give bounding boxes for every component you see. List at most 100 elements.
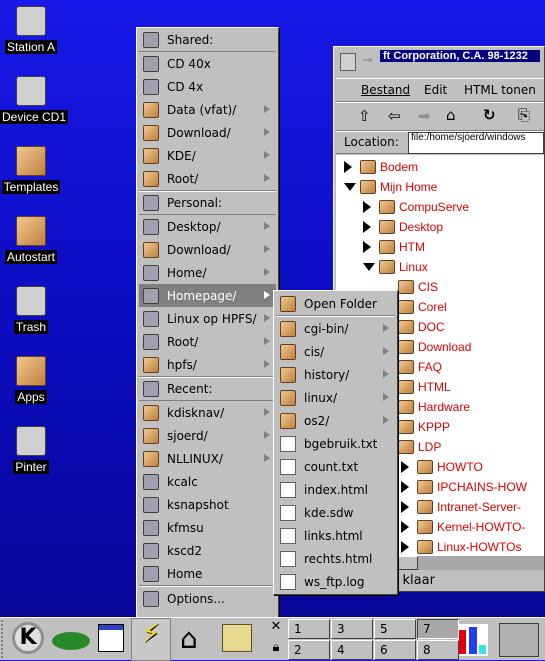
desktop-icon-autostart[interactable]: Autostart xyxy=(0,216,62,264)
file-icon xyxy=(280,573,296,590)
menu-bestand[interactable]: Bestand xyxy=(361,83,410,97)
lock-icon[interactable]: 🔒︎ xyxy=(266,640,286,660)
menu-item-desktop[interactable]: Desktop/ xyxy=(139,215,276,238)
collapsed-arrow-icon[interactable] xyxy=(363,201,371,213)
copy-icon[interactable]: ⎘ xyxy=(518,106,530,124)
menu-item-hpfs[interactable]: hpfs/ xyxy=(139,353,276,376)
desktop-icon-apps[interactable]: Apps xyxy=(0,356,62,404)
menu-item-home[interactable]: Home/ xyxy=(139,261,276,284)
desktop-icon-station-a[interactable]: Station A xyxy=(0,6,62,54)
collapsed-arrow-icon[interactable] xyxy=(363,221,371,233)
menu-item-label: Options... xyxy=(167,591,225,606)
reload-icon[interactable]: ↻ xyxy=(483,106,496,124)
submenu-item-count-txt[interactable]: count.txt xyxy=(276,455,395,478)
lightning-folder-icon[interactable]: ⚡ xyxy=(131,618,171,661)
submenu-arrow-icon xyxy=(264,337,270,345)
menu-item-cd-40x[interactable]: CD 40x xyxy=(139,52,276,75)
submenu-arrow-icon xyxy=(264,174,270,182)
cpu-load-monitor xyxy=(457,624,488,656)
submenu-item-index-html[interactable]: index.html xyxy=(276,478,395,501)
expanded-arrow-icon[interactable] xyxy=(363,263,375,271)
submenu-item-ws-ftp-log[interactable]: ws_ftp.log xyxy=(276,570,395,593)
menu-item-root[interactable]: Root/ xyxy=(139,330,276,353)
menu-edit[interactable]: Edit xyxy=(424,83,447,97)
collapsed-arrow-icon[interactable] xyxy=(401,461,409,473)
menu-item-kscd2[interactable]: kscd2 xyxy=(139,539,276,562)
desktop-icon-device-cd1[interactable]: Device CD1 xyxy=(0,76,69,124)
toolbar: ⇧ ⇦ ➡ ⌂ ↻ ⎘ xyxy=(336,102,544,131)
menu-item-kcalc[interactable]: kcalc xyxy=(139,470,276,493)
collapsed-arrow-icon[interactable] xyxy=(363,241,371,253)
virtual-desktop-1[interactable]: 1 xyxy=(288,619,330,639)
windows-list-icon[interactable] xyxy=(98,624,124,652)
virtual-desktop-5[interactable]: 5 xyxy=(374,619,416,639)
virtual-desktop-2[interactable]: 2 xyxy=(288,640,330,660)
collapsed-arrow-icon[interactable] xyxy=(401,521,409,533)
submenu-item-linux[interactable]: linux/ xyxy=(276,386,395,409)
menu-item-nllinux[interactable]: NLLINUX/ xyxy=(139,447,276,470)
desktop-icon-pinter[interactable]: Pinter xyxy=(0,426,62,474)
virtual-desktop-7[interactable]: 7 xyxy=(417,619,459,639)
virtual-desktop-6[interactable]: 6 xyxy=(374,640,416,660)
home-folder-icon[interactable]: ⌂ xyxy=(180,622,210,655)
menu-item-options[interactable]: Options... xyxy=(139,587,276,610)
submenu-arrow-icon xyxy=(383,416,389,424)
menu-item-homepage[interactable]: Homepage/ xyxy=(139,284,276,307)
menu-item-root[interactable]: Root/ xyxy=(139,167,276,190)
menu-item-personal: Personal: xyxy=(139,192,276,215)
folder-icon xyxy=(143,101,159,118)
options-icon xyxy=(143,590,159,607)
taskbar-handle[interactable] xyxy=(1,620,6,658)
menu-item-sjoerd[interactable]: sjoerd/ xyxy=(139,424,276,447)
folder-icon xyxy=(417,480,433,494)
virtual-desktop-4[interactable]: 4 xyxy=(331,640,373,660)
collapsed-arrow-icon[interactable] xyxy=(401,501,409,513)
chameleon-icon[interactable] xyxy=(52,632,90,650)
submenu-item-open-folder[interactable]: Open Folder xyxy=(276,292,395,315)
menu-item-cd-4x[interactable]: CD 4x xyxy=(139,75,276,98)
back-icon[interactable]: ⇦ xyxy=(388,107,401,125)
menu-item-kfmsu[interactable]: kfmsu xyxy=(139,516,276,539)
tree-item-label: Corel xyxy=(418,300,447,314)
submenu-item-kde-sdw[interactable]: kde.sdw xyxy=(276,501,395,524)
submenu-item-os2[interactable]: os2/ xyxy=(276,409,395,432)
menu-item-ksnapshot[interactable]: ksnapshot xyxy=(139,493,276,516)
virtual-desktop-3[interactable]: 3 xyxy=(331,619,373,639)
up-icon[interactable]: ⇧ xyxy=(358,107,371,125)
close-x-icon[interactable]: ✕ xyxy=(266,619,286,639)
forward-icon[interactable]: ➡ xyxy=(418,107,431,125)
menu-html-tonen[interactable]: HTML tonen xyxy=(464,83,536,97)
submenu-arrow-icon xyxy=(264,245,270,253)
home-icon xyxy=(360,180,376,194)
submenu-item-links-html[interactable]: links.html xyxy=(276,524,395,547)
submenu-item-cgi-bin[interactable]: cgi-bin/ xyxy=(276,317,395,340)
menu-item-linux-op-hpfs[interactable]: Linux op HPFS/ xyxy=(139,307,276,330)
window-app-icon[interactable] xyxy=(340,53,356,71)
submenu-item-bgebruik-txt[interactable]: bgebruik.txt xyxy=(276,432,395,455)
virtual-desktop-8[interactable]: 8 xyxy=(417,640,459,660)
submenu-arrow-icon xyxy=(264,431,270,439)
menu-item-kdisknav[interactable]: kdisknav/ xyxy=(139,401,276,424)
menu-item-home[interactable]: Home xyxy=(139,562,276,585)
desktop-icon-trash[interactable]: Trash xyxy=(0,286,62,334)
expanded-arrow-icon[interactable] xyxy=(344,183,356,191)
kde-k-icon[interactable]: K xyxy=(12,622,44,654)
pin-icon[interactable]: ⊸ xyxy=(362,53,373,68)
submenu-item-cis[interactable]: cis/ xyxy=(276,340,395,363)
collapsed-arrow-icon[interactable] xyxy=(401,481,409,493)
collapsed-arrow-icon[interactable] xyxy=(344,161,352,173)
location-input[interactable]: file:/home/sjoerd/windows xyxy=(408,132,544,154)
menu-item-download[interactable]: Download/ xyxy=(139,121,276,144)
desktop-icon-templates[interactable]: Templates xyxy=(0,146,62,194)
menu-item-data-vfat[interactable]: Data (vfat)/ xyxy=(139,98,276,121)
package-tools-icon[interactable] xyxy=(222,624,252,652)
submenu-item-history[interactable]: history/ xyxy=(276,363,395,386)
title-bar[interactable]: ⊸ ft Corporation, C.A. 98-1232 xyxy=(334,47,544,77)
folder-icon xyxy=(379,200,395,214)
home-icon[interactable]: ⌂ xyxy=(446,106,456,124)
menu-item-download[interactable]: Download/ xyxy=(139,238,276,261)
menu-item-kde[interactable]: KDE/ xyxy=(139,144,276,167)
collapsed-arrow-icon[interactable] xyxy=(401,541,409,553)
file-cabinet-icon[interactable] xyxy=(499,623,539,657)
submenu-item-rechts-html[interactable]: rechts.html xyxy=(276,547,395,570)
